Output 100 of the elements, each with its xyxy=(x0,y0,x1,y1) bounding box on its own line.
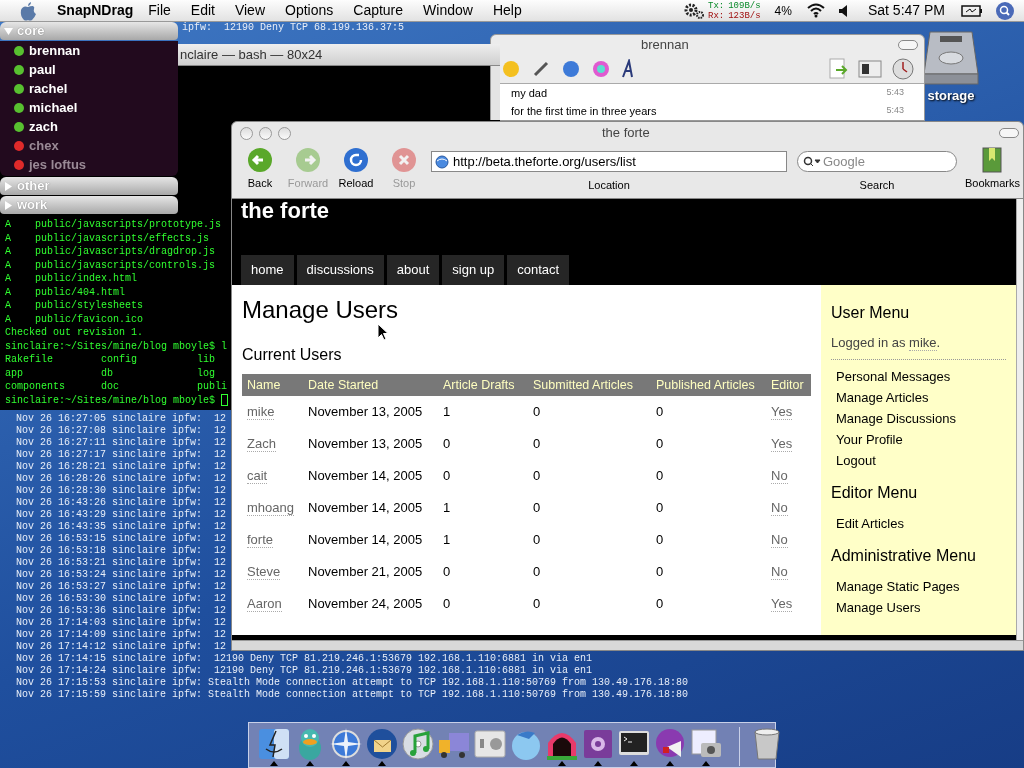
scrollbar[interactable] xyxy=(1016,199,1023,640)
login-status-text: Logged in as mike. xyxy=(831,333,1006,360)
user-link[interactable]: mike xyxy=(909,335,937,351)
editor-link[interactable]: Yes xyxy=(771,436,793,452)
menu-item[interactable]: Capture xyxy=(343,0,414,21)
reload-icon xyxy=(343,147,369,173)
nav-tab[interactable]: discussions xyxy=(296,255,384,285)
minimize-button[interactable] xyxy=(259,126,272,140)
table-cell-text: November 24, 2005 xyxy=(308,595,423,614)
menu-heading: User Menu xyxy=(831,303,911,323)
scrollbar[interactable] xyxy=(490,66,500,120)
table-cell-text: 0 xyxy=(443,563,451,582)
log-line: Nov 26 16:53:24 sinclaire ipfw: 12 xyxy=(16,569,227,581)
buddy-item[interactable]: paul xyxy=(0,60,178,79)
log-line: Nov 26 16:53:36 sinclaire ipfw: 12 xyxy=(16,605,227,617)
search-input[interactable]: Google xyxy=(823,151,951,172)
rx-rate: 123B/s xyxy=(728,10,761,21)
sidebar-link[interactable]: Manage Static Pages xyxy=(831,575,960,597)
menu-item[interactable]: View xyxy=(224,0,275,21)
sidebar-link[interactable]: Personal Messages xyxy=(831,365,951,387)
search-label: Search xyxy=(859,178,895,193)
buddy-item[interactable]: michael xyxy=(0,98,178,117)
log-line: Nov 26 16:53:21 sinclaire ipfw: 12 xyxy=(16,557,227,569)
buddy-item[interactable]: brennan xyxy=(0,41,178,60)
editor-link[interactable]: Yes xyxy=(771,596,793,612)
table-cell-text: 0 xyxy=(656,403,664,422)
sidebar-link[interactable]: Edit Articles xyxy=(831,512,904,534)
sidebar-link[interactable]: Manage Articles xyxy=(831,386,929,408)
log-line: Nov 26 17:14:03 sinclaire ipfw: 12 xyxy=(16,617,227,629)
menu-item[interactable]: Edit xyxy=(180,0,225,21)
user-link[interactable]: cait xyxy=(247,468,268,484)
user-link[interactable]: mhoang xyxy=(247,500,294,516)
table-cell-text: 0 xyxy=(656,563,664,582)
sidebar-link[interactable]: Logout xyxy=(831,449,876,471)
menu-clock[interactable]: Sat 5:47 PM xyxy=(867,0,945,21)
gear-pen-icon[interactable] xyxy=(581,727,615,761)
window-title: the forte xyxy=(602,124,650,143)
user-link[interactable]: Steve xyxy=(247,564,281,580)
menu-item[interactable]: Window xyxy=(413,0,483,21)
compass-icon[interactable] xyxy=(329,727,363,761)
zoom-button[interactable] xyxy=(278,126,291,140)
bookmarks-button[interactable]: Bookmarks xyxy=(964,144,1020,192)
log-line: Nov 26 16:27:08 sinclaire ipfw: 12 xyxy=(16,425,227,437)
table-cell-text: 1 xyxy=(443,403,451,422)
editor-link[interactable]: No xyxy=(771,532,788,548)
buddy-item[interactable]: rachel xyxy=(0,79,178,98)
clock-icon[interactable] xyxy=(892,57,914,80)
buddy-item[interactable]: chex xyxy=(0,136,178,155)
speaker-icon[interactable] xyxy=(837,3,848,18)
hard-drive-icon[interactable] xyxy=(922,30,980,86)
table-cell-text: 0 xyxy=(443,435,451,454)
disk-label[interactable]: storage xyxy=(927,86,975,106)
gears-icon[interactable] xyxy=(683,1,705,20)
column-header: Name xyxy=(246,376,282,394)
nav-tab[interactable]: home xyxy=(241,255,294,285)
user-link[interactable]: Aaron xyxy=(247,596,282,612)
toolbar-button[interactable]: Reload xyxy=(332,147,380,192)
editor-link[interactable]: No xyxy=(771,564,788,580)
toolbar-toggle-button[interactable] xyxy=(999,128,1019,138)
app-menu[interactable]: SnapNDrag xyxy=(52,0,139,21)
nav-tab[interactable]: contact xyxy=(507,255,570,285)
table-cell-text: 0 xyxy=(533,435,541,454)
user-link[interactable]: forte xyxy=(247,532,273,548)
editor-link[interactable]: No xyxy=(771,468,788,484)
toolbar-toggle-button[interactable] xyxy=(898,40,918,50)
wifi-icon[interactable] xyxy=(805,3,826,18)
user-link[interactable]: mike xyxy=(247,404,275,420)
menu-item[interactable]: File xyxy=(138,0,181,21)
log-line: Nov 26 16:53:15 sinclaire ipfw: 12 xyxy=(16,533,227,545)
cpu-usage[interactable]: 4% xyxy=(774,1,792,20)
nav-tab[interactable]: about xyxy=(386,255,440,285)
close-button[interactable] xyxy=(240,126,253,140)
search-icon[interactable] xyxy=(995,0,1015,21)
log-line: Nov 26 17:15:59 sinclaire ipfw: Stealth Mode connection attempt to TCP 192.168.1.110:50769 from 130.49.176.18:80 xyxy=(16,689,689,701)
buddy-item[interactable]: jes loftus xyxy=(0,155,178,174)
nav-tab[interactable]: sign up xyxy=(442,255,505,285)
menu-item[interactable]: Options xyxy=(275,0,344,21)
text-cursor xyxy=(221,394,229,407)
toolbar-button[interactable]: Back xyxy=(236,147,284,192)
menu-item[interactable]: Help xyxy=(482,0,532,21)
log-line: Nov 26 16:28:21 sinclaire ipfw: 12 xyxy=(16,461,227,473)
color-wheel-icon[interactable] xyxy=(591,58,611,79)
buddy-item[interactable]: zach xyxy=(0,117,178,136)
editor-link[interactable]: No xyxy=(771,500,788,516)
search-field[interactable]: Google xyxy=(797,151,957,172)
switch-panel-icon[interactable] xyxy=(473,727,507,761)
bird-envelope-icon[interactable] xyxy=(365,727,399,761)
log-line: Nov 26 17:14:24 sinclaire ipfw: 12190 Deny TCP 81.219.246.1:53679 192.168.1.110:6881 in via en1 xyxy=(16,665,593,677)
battery-icon[interactable] xyxy=(961,4,983,17)
id-card-icon[interactable] xyxy=(858,58,882,79)
user-link[interactable]: Zach xyxy=(247,436,276,452)
sidebar-link[interactable]: Manage Users xyxy=(831,596,921,618)
log-line: Nov 26 16:43:26 sinclaire ipfw: 12 xyxy=(16,497,227,509)
tx-label: Tx: xyxy=(708,0,725,11)
section-heading: Current Users xyxy=(242,345,342,365)
editor-link[interactable]: Yes xyxy=(771,404,793,420)
apple-logo-icon[interactable] xyxy=(19,0,37,21)
sidebar-link[interactable]: Manage Discussions xyxy=(831,407,956,429)
compass-icon[interactable] xyxy=(561,58,581,79)
sidebar-link[interactable]: Your Profile xyxy=(831,428,903,450)
